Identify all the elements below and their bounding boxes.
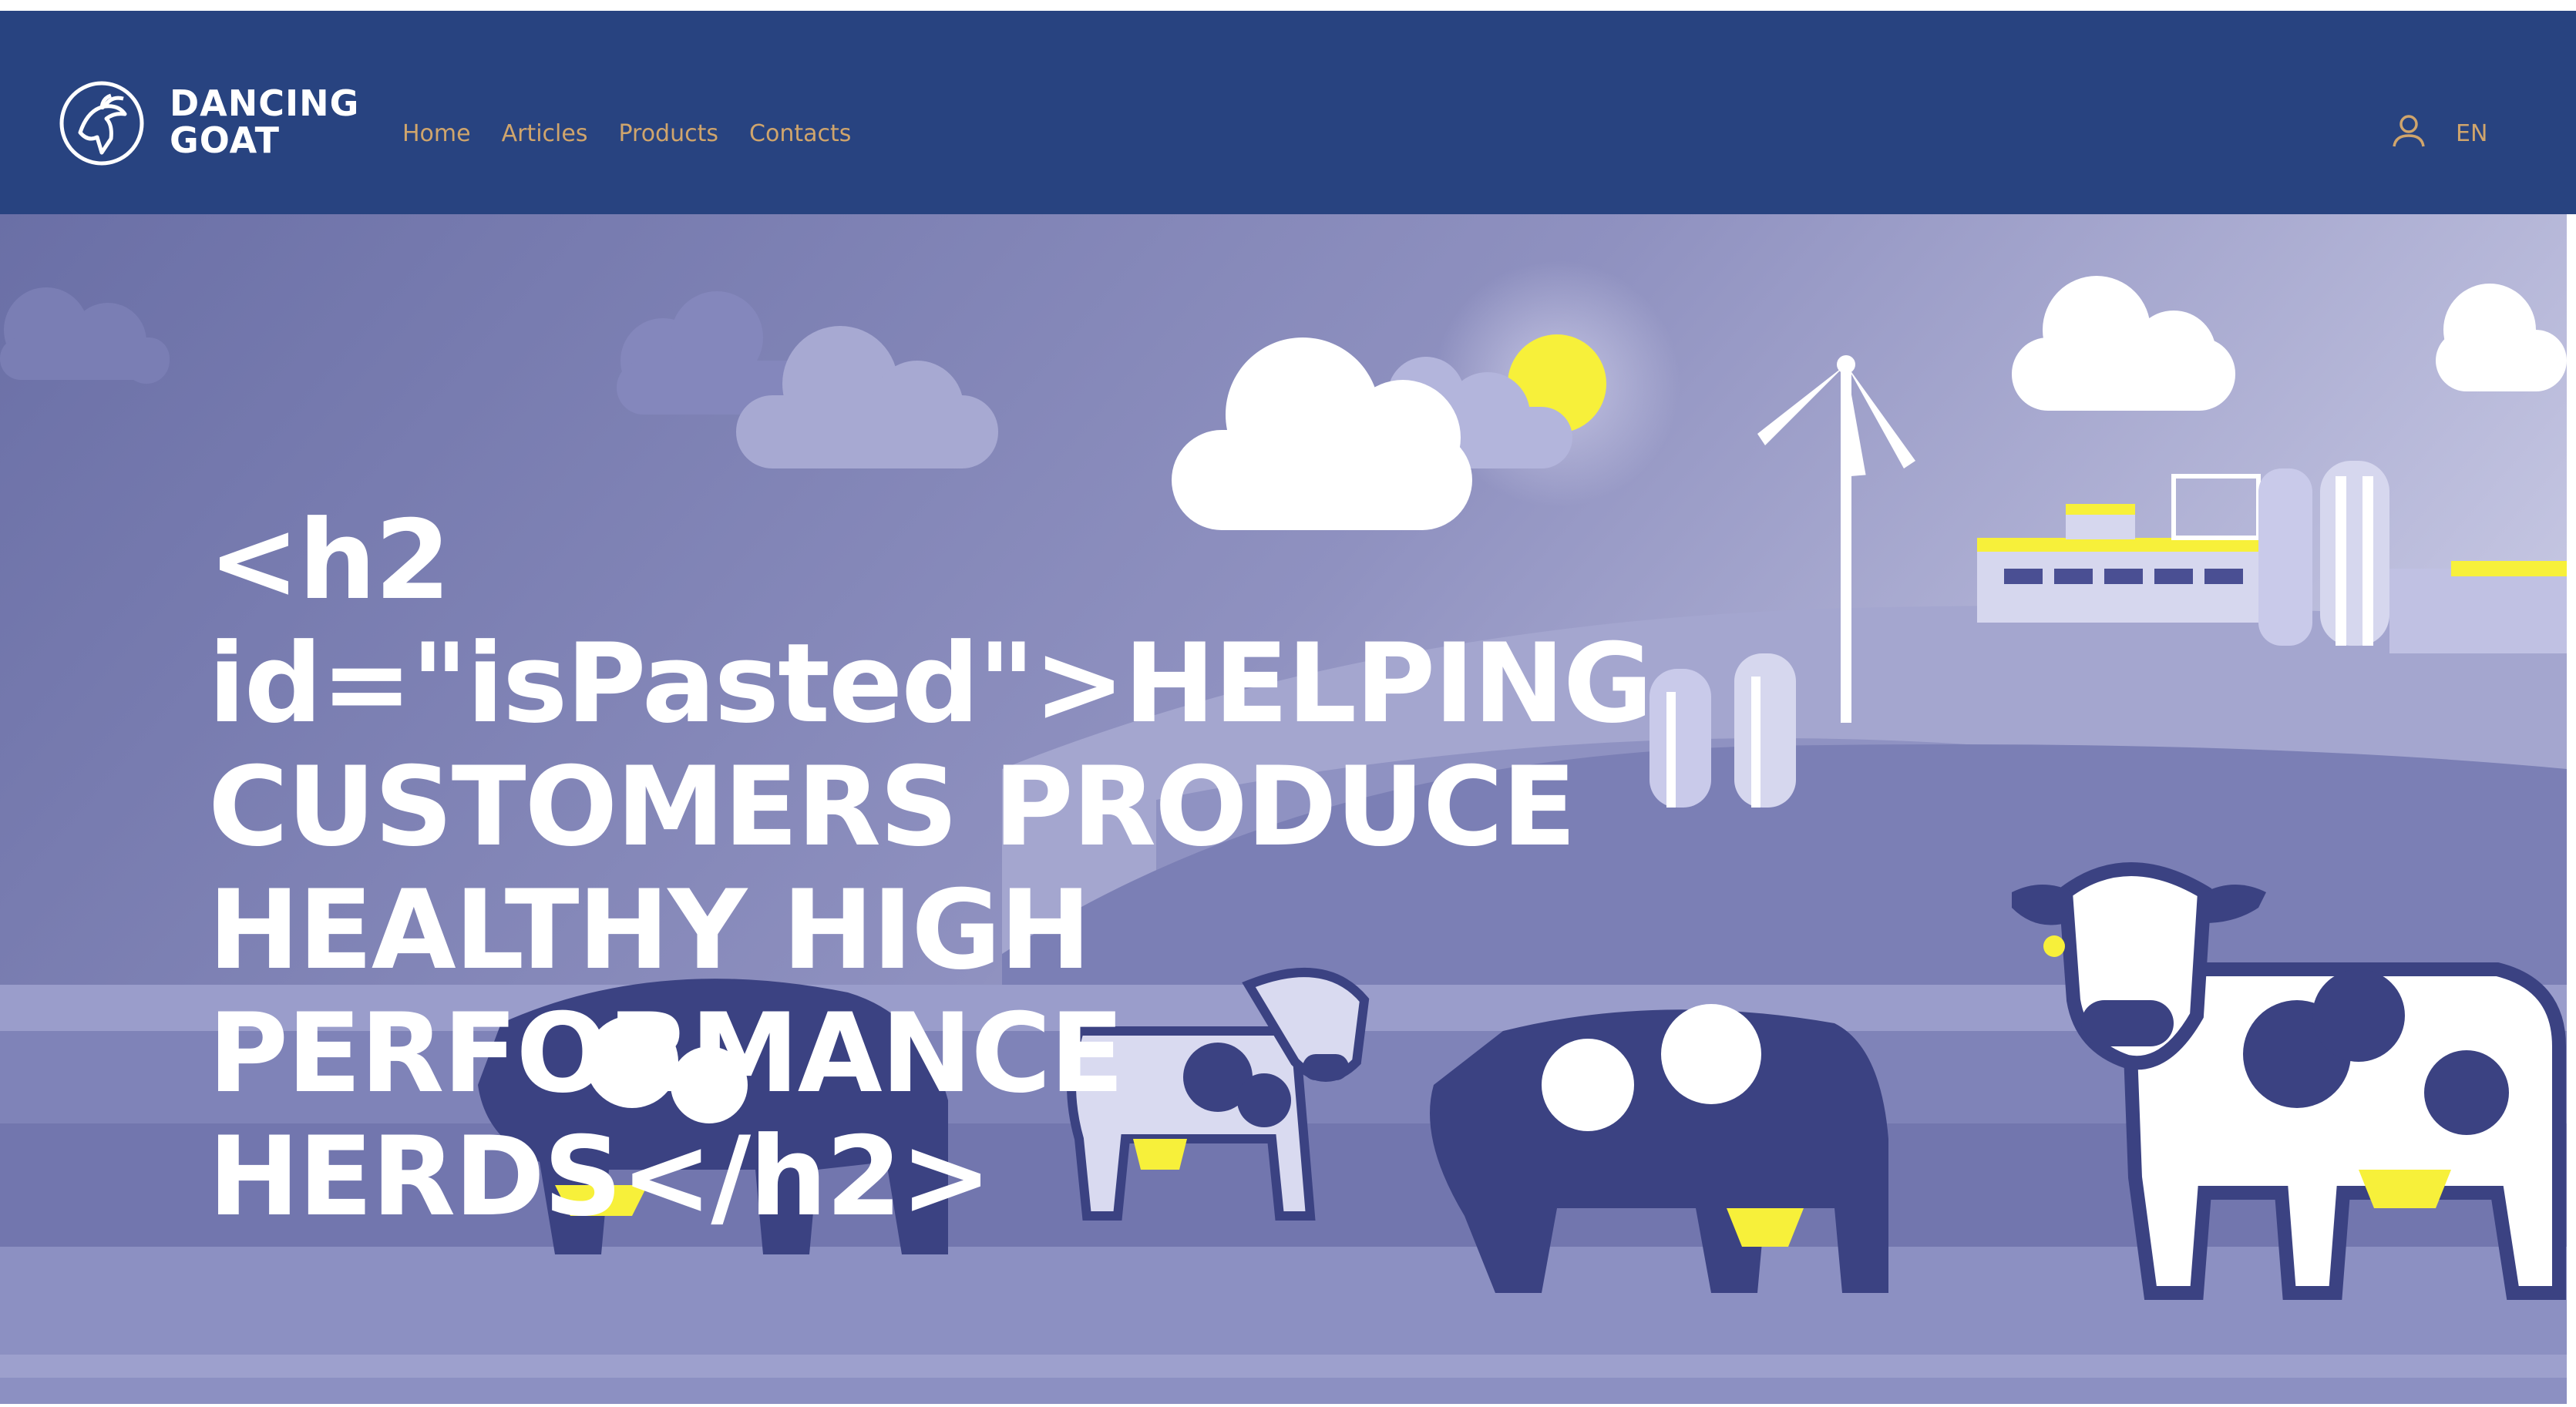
nav-products[interactable]: Products — [618, 119, 718, 149]
right-edge — [2567, 214, 2576, 1404]
main-nav: Home Articles Products Contacts — [402, 119, 851, 149]
user-icon[interactable] — [2389, 111, 2428, 149]
goat-logo-icon[interactable] — [57, 79, 146, 168]
hero-title: <h2 id="isPasted">HELPING CUSTOMERS PROD… — [208, 497, 1653, 1241]
nav-articles[interactable]: Articles — [502, 119, 588, 149]
brand-name[interactable]: DANCING GOAT — [170, 85, 359, 159]
nav-contacts[interactable]: Contacts — [749, 119, 851, 149]
brand-line-1: DANCING — [170, 82, 360, 124]
site-header: DANCING GOAT Home Articles Products Cont… — [0, 11, 2576, 214]
nav-home[interactable]: Home — [402, 119, 471, 149]
language-switch[interactable]: EN — [2456, 119, 2487, 149]
brand-line-2: GOAT — [170, 119, 281, 161]
top-strip — [0, 0, 2576, 11]
hero-banner: <h2 id="isPasted">HELPING CUSTOMERS PROD… — [0, 214, 2567, 1404]
